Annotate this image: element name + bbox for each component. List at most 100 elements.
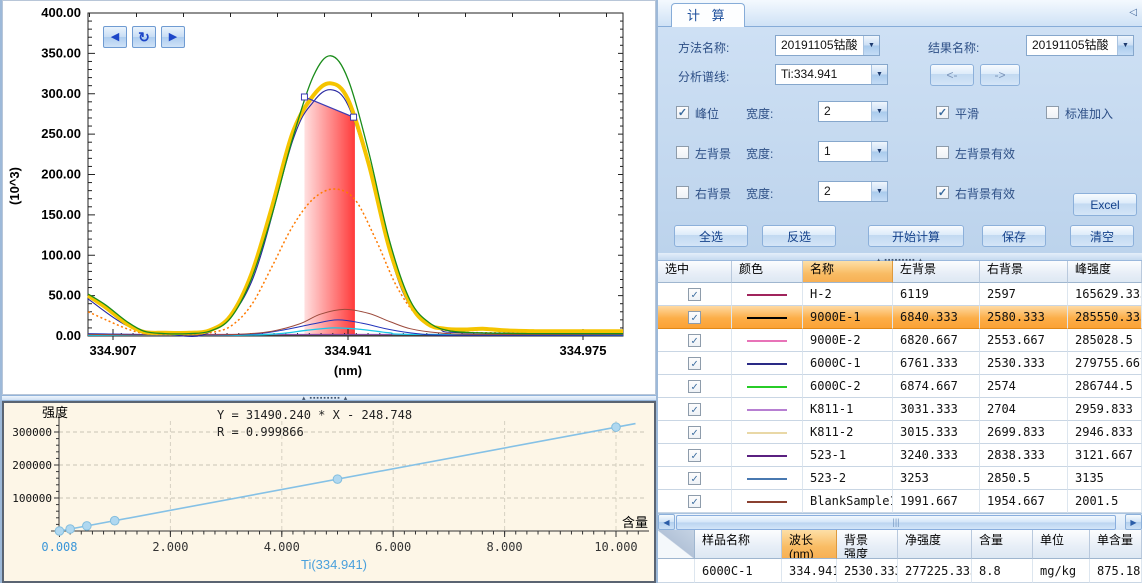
table-row[interactable]: ✓K811-13031.33327042959.833 bbox=[658, 398, 1142, 421]
row-checkbox[interactable]: ✓ bbox=[688, 426, 701, 439]
width-label: 宽度: bbox=[746, 185, 773, 202]
scroll-right-icon[interactable]: ▶ bbox=[1125, 514, 1142, 530]
column-header-选中[interactable]: 选中 bbox=[658, 261, 732, 283]
prev-result-button[interactable]: <- bbox=[930, 64, 974, 86]
smooth-checkbox[interactable]: ✓ bbox=[936, 106, 949, 119]
peak-position-checkbox[interactable]: ✓ bbox=[676, 106, 689, 119]
save-button[interactable]: 保存 bbox=[982, 225, 1046, 247]
start-calculation-button[interactable]: 开始计算 bbox=[868, 225, 964, 247]
row-color-cell bbox=[732, 306, 803, 329]
row-color-cell bbox=[732, 444, 803, 467]
row-right-bg-cell: 1954.667 bbox=[980, 490, 1068, 513]
results-table-header: 选中颜色名称左背景右背景峰强度 bbox=[658, 261, 1142, 283]
svg-text:334.941: 334.941 bbox=[325, 343, 372, 358]
row-select-cell: ✓ bbox=[658, 352, 732, 375]
row-name-cell: 6000C-2 bbox=[803, 375, 893, 398]
chevron-down-icon[interactable]: ▼ bbox=[871, 102, 887, 121]
row-checkbox[interactable]: ✓ bbox=[688, 449, 701, 462]
sample-row[interactable]: 6000C-1334.9412530.333277225.3338.8mg/kg… bbox=[658, 559, 1142, 583]
right-bg-width-select[interactable]: 2 ▼ bbox=[818, 181, 888, 202]
right-background-checkbox[interactable]: ✓ bbox=[676, 186, 689, 199]
right-bg-valid-checkbox[interactable]: ✓ bbox=[936, 186, 949, 199]
table-row[interactable]: ✓6000C-16761.3332530.333279755.667 bbox=[658, 352, 1142, 375]
peak-width-value: 2 bbox=[819, 102, 871, 121]
results-table-hscrollbar[interactable]: ◀ ||| ▶ bbox=[658, 513, 1142, 530]
table-row[interactable]: ✓BlankSample11991.6671954.6672001.5 bbox=[658, 490, 1142, 513]
row-checkbox[interactable]: ✓ bbox=[688, 288, 701, 301]
unit-cell: mg/kg bbox=[1033, 559, 1090, 583]
row-checkbox[interactable]: ✓ bbox=[688, 403, 701, 416]
row-color-cell bbox=[732, 421, 803, 444]
chart-prev-button[interactable]: ◀ bbox=[103, 26, 127, 48]
table-row[interactable]: ✓H-261192597165629.333 bbox=[658, 283, 1142, 306]
table-row[interactable]: ✓6000C-26874.6672574286744.5 bbox=[658, 375, 1142, 398]
chevron-down-icon[interactable]: ▼ bbox=[871, 182, 887, 201]
right-bg-valid-label: 右背景有效 bbox=[955, 185, 1015, 202]
column-header-含量[interactable]: 含量 bbox=[972, 530, 1033, 559]
invert-selection-button[interactable]: 反选 bbox=[762, 225, 836, 247]
result-name-select[interactable]: 20191105钴酸 ▼ bbox=[1026, 35, 1134, 56]
svg-text:0.008: 0.008 bbox=[41, 540, 77, 554]
width-label: 宽度: bbox=[746, 105, 773, 122]
select-all-button[interactable]: 全选 bbox=[674, 225, 748, 247]
table-row[interactable]: ✓523-13240.3332838.3333121.667 bbox=[658, 444, 1142, 467]
row-color-cell bbox=[732, 375, 803, 398]
table-row[interactable]: ✓9000E-26820.6672553.667285028.5 bbox=[658, 329, 1142, 352]
excel-button[interactable]: Excel bbox=[1073, 193, 1137, 216]
row-left-bg-cell: 1991.667 bbox=[893, 490, 980, 513]
table-row[interactable]: ✓9000E-16840.3332580.333285550.333 bbox=[658, 306, 1142, 329]
column-header-名称[interactable]: 名称 bbox=[803, 261, 893, 283]
chevron-down-icon[interactable]: ▼ bbox=[871, 142, 887, 161]
vertical-splitter[interactable]: ▴ ▪▪▪▪▪▪▪▪▪ ▴ bbox=[658, 253, 1142, 261]
row-checkbox[interactable]: ✓ bbox=[688, 495, 701, 508]
row-checkbox[interactable]: ✓ bbox=[688, 334, 701, 347]
column-header-单位[interactable]: 单位 bbox=[1033, 530, 1090, 559]
chevron-down-icon[interactable]: ▼ bbox=[863, 36, 879, 55]
chevron-down-icon[interactable]: ▼ bbox=[1117, 36, 1133, 55]
row-checkbox[interactable]: ✓ bbox=[688, 357, 701, 370]
row-select-cell: ✓ bbox=[658, 444, 732, 467]
row-checkbox[interactable]: ✓ bbox=[688, 472, 701, 485]
row-checkbox[interactable]: ✓ bbox=[688, 311, 701, 324]
svg-text:400.00: 400.00 bbox=[41, 5, 81, 20]
left-bg-width-select[interactable]: 1 ▼ bbox=[818, 141, 888, 162]
column-header-样品名称[interactable]: 样品名称 bbox=[695, 530, 782, 559]
method-name-select[interactable]: 20191105钴酸 ▼ bbox=[775, 35, 880, 56]
table-row[interactable]: ✓K811-23015.3332699.8332946.833 bbox=[658, 421, 1142, 444]
collapse-panel-icon[interactable]: ◁ bbox=[1129, 7, 1137, 18]
chevron-down-icon[interactable]: ▼ bbox=[871, 65, 887, 84]
column-header-净强度[interactable]: 净强度 bbox=[898, 530, 972, 559]
row-peak-cell: 2959.833 bbox=[1068, 398, 1142, 421]
column-header-背景[interactable]: 背景 强度 bbox=[837, 530, 898, 559]
next-result-button[interactable]: -> bbox=[980, 64, 1020, 86]
table-row[interactable]: ✓523-232532850.53135 bbox=[658, 467, 1142, 490]
column-header-颜色[interactable]: 颜色 bbox=[732, 261, 803, 283]
chart-refresh-button[interactable]: ↻ bbox=[132, 26, 156, 48]
column-header-波长[interactable]: 波长 (nm) bbox=[782, 530, 837, 559]
column-header-峰强度[interactable]: 峰强度 bbox=[1068, 261, 1142, 283]
table-corner-cell[interactable] bbox=[658, 530, 695, 559]
series-color-swatch bbox=[747, 363, 787, 365]
row-left-bg-cell: 6820.667 bbox=[893, 329, 980, 352]
peak-width-select[interactable]: 2 ▼ bbox=[818, 101, 888, 122]
svg-text:6.000: 6.000 bbox=[375, 540, 411, 554]
controls-area: 方法名称: 20191105钴酸 ▼ 结果名称: 20191105钴酸 ▼ 分析… bbox=[658, 27, 1142, 253]
row-color-cell bbox=[732, 352, 803, 375]
scrollbar-thumb[interactable]: ||| bbox=[676, 515, 1116, 530]
left-bg-valid-checkbox[interactable]: ✓ bbox=[936, 146, 949, 159]
svg-text:(nm): (nm) bbox=[334, 363, 362, 378]
row-peak-cell: 2946.833 bbox=[1068, 421, 1142, 444]
clear-button[interactable]: 清空 bbox=[1070, 225, 1134, 247]
scroll-left-icon[interactable]: ◀ bbox=[658, 514, 675, 530]
row-checkbox[interactable]: ✓ bbox=[688, 380, 701, 393]
chart-next-button[interactable]: ▶ bbox=[161, 26, 185, 48]
column-header-单含量[interactable]: 单含量 bbox=[1090, 530, 1142, 559]
left-background-checkbox[interactable]: ✓ bbox=[676, 146, 689, 159]
column-header-左背景[interactable]: 左背景 bbox=[893, 261, 980, 283]
column-header-右背景[interactable]: 右背景 bbox=[980, 261, 1068, 283]
analysis-line-select[interactable]: Ti:334.941 ▼ bbox=[775, 64, 888, 85]
row-name-cell: K811-1 bbox=[803, 398, 893, 421]
standard-addition-checkbox[interactable]: ✓ bbox=[1046, 106, 1059, 119]
standard-addition-label: 标准加入 bbox=[1065, 105, 1113, 122]
tab-calculate[interactable]: 计 算 bbox=[671, 3, 745, 27]
